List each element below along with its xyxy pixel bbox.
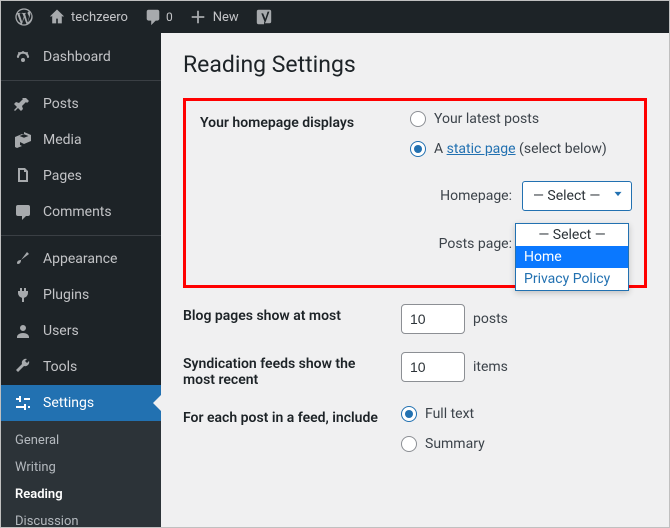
brush-icon bbox=[13, 249, 33, 269]
syndication-input[interactable] bbox=[401, 352, 465, 382]
content-area: Reading Settings Your homepage displays … bbox=[161, 33, 669, 528]
submenu-item-discussion[interactable]: Discussion bbox=[1, 508, 161, 528]
sidebar-item-media[interactable]: Media bbox=[1, 122, 161, 158]
admin-toolbar: techzeero 0 New bbox=[1, 1, 669, 33]
sidebar-item-plugins[interactable]: Plugins bbox=[1, 277, 161, 313]
radio-static-page-input[interactable] bbox=[410, 141, 426, 157]
sidebar-item-label: Users bbox=[43, 323, 79, 339]
radio-label: Your latest posts bbox=[434, 111, 539, 127]
sidebar-item-appearance[interactable]: Appearance bbox=[1, 241, 161, 277]
sidebar-item-label: Appearance bbox=[43, 251, 117, 267]
sidebar-item-dashboard[interactable]: Dashboard bbox=[1, 39, 161, 75]
sidebar-item-label: Plugins bbox=[43, 287, 89, 303]
homepage-select[interactable]: — Select — bbox=[522, 181, 632, 211]
dropdown-option-privacy[interactable]: Privacy Policy bbox=[516, 268, 628, 290]
syndication-suffix: items bbox=[473, 359, 508, 375]
submenu-item-writing[interactable]: Writing bbox=[1, 454, 161, 481]
sliders-icon bbox=[13, 393, 33, 413]
comments-link[interactable]: 0 bbox=[136, 1, 181, 33]
menu-separator bbox=[1, 80, 161, 81]
chevron-down-icon bbox=[611, 187, 625, 205]
new-content-link[interactable]: New bbox=[181, 1, 247, 33]
page-icon bbox=[13, 166, 33, 186]
admin-sidebar: Dashboard Posts Media Pages Comments bbox=[1, 33, 161, 528]
highlighted-section: Your homepage displays Your latest posts… bbox=[183, 98, 647, 288]
sidebar-item-users[interactable]: Users bbox=[1, 313, 161, 349]
sidebar-item-comments[interactable]: Comments bbox=[1, 194, 161, 230]
select-value: — Select — bbox=[533, 188, 600, 204]
feed-content-label: For each post in a feed, include bbox=[183, 406, 401, 426]
radio-label: Summary bbox=[425, 436, 485, 452]
syndication-label: Syndication feeds show the most recent bbox=[183, 352, 401, 388]
radio-summary-input[interactable] bbox=[401, 436, 417, 452]
radio-summary[interactable]: Summary bbox=[401, 436, 647, 452]
homepage-dropdown-list: — Select — Home Privacy Policy bbox=[515, 223, 629, 291]
submenu-item-general[interactable]: General bbox=[1, 427, 161, 454]
sidebar-item-settings[interactable]: Settings bbox=[1, 385, 161, 421]
yoast-link[interactable] bbox=[247, 1, 281, 33]
sidebar-item-tools[interactable]: Tools bbox=[1, 349, 161, 385]
sidebar-item-label: Settings bbox=[43, 395, 94, 411]
comment-icon bbox=[144, 8, 162, 26]
sidebar-item-label: Posts bbox=[43, 96, 79, 112]
sidebar-item-label: Media bbox=[43, 132, 82, 148]
postspage-select-label: Posts page: bbox=[439, 236, 512, 252]
page-title: Reading Settings bbox=[183, 51, 647, 78]
sidebar-item-pages[interactable]: Pages bbox=[1, 158, 161, 194]
static-page-link[interactable]: static page bbox=[447, 141, 516, 157]
radio-full-text-input[interactable] bbox=[401, 406, 417, 422]
radio-full-text[interactable]: Full text bbox=[401, 406, 647, 422]
wordpress-icon bbox=[15, 8, 33, 26]
submenu-item-reading[interactable]: Reading bbox=[1, 481, 161, 508]
radio-static-page[interactable]: A static page (select below) bbox=[410, 141, 632, 157]
sidebar-item-posts[interactable]: Posts bbox=[1, 86, 161, 122]
dropdown-option-placeholder[interactable]: — Select — bbox=[516, 224, 628, 246]
sidebar-item-label: Tools bbox=[43, 359, 77, 375]
sidebar-item-label: Dashboard bbox=[43, 49, 111, 65]
wp-logo[interactable] bbox=[7, 1, 41, 33]
blog-pages-input[interactable] bbox=[401, 304, 465, 334]
pin-icon bbox=[13, 94, 33, 114]
blog-pages-label: Blog pages show at most bbox=[183, 304, 401, 324]
site-name-link[interactable]: techzeero bbox=[41, 1, 136, 33]
sidebar-item-label: Comments bbox=[43, 204, 112, 220]
wrench-icon bbox=[13, 357, 33, 377]
site-name: techzeero bbox=[71, 10, 128, 25]
plug-icon bbox=[13, 285, 33, 305]
comment-count: 0 bbox=[166, 10, 173, 24]
blog-pages-suffix: posts bbox=[473, 311, 508, 327]
radio-label: A static page (select below) bbox=[434, 141, 607, 157]
dashboard-icon bbox=[13, 47, 33, 67]
home-icon bbox=[49, 9, 65, 25]
sidebar-item-label: Pages bbox=[43, 168, 82, 184]
new-label: New bbox=[213, 10, 239, 25]
settings-submenu: General Writing Reading Discussion bbox=[1, 421, 161, 528]
homepage-select-label: Homepage: bbox=[440, 188, 512, 204]
radio-latest-posts-input[interactable] bbox=[410, 111, 426, 127]
radio-label: Full text bbox=[425, 406, 474, 422]
yoast-icon bbox=[255, 8, 273, 26]
menu-separator bbox=[1, 235, 161, 236]
dropdown-option-home[interactable]: Home bbox=[516, 246, 628, 268]
media-icon bbox=[13, 130, 33, 150]
homepage-displays-label: Your homepage displays bbox=[200, 111, 410, 131]
radio-latest-posts[interactable]: Your latest posts bbox=[410, 111, 632, 127]
comments-icon bbox=[13, 202, 33, 222]
user-icon bbox=[13, 321, 33, 341]
plus-icon bbox=[189, 8, 207, 26]
